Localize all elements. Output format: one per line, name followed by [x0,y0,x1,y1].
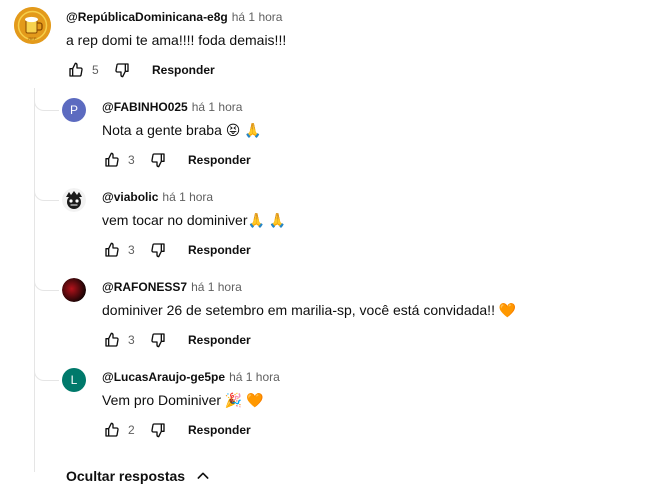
hide-replies-button[interactable]: Ocultar respostas [66,468,211,484]
comment-actions: 3 Responder [102,240,251,260]
comment-text: Nota a gente braba 😝 🙏 [102,122,262,138]
chevron-up-icon [197,472,209,479]
comment-actions: 3 Responder [102,150,251,170]
beer-mug-logo-icon[interactable]: REP [14,7,51,44]
dislike-icon[interactable] [148,150,168,170]
svg-text:REP: REP [28,36,37,41]
comment-header: @FABINHO025 há 1 hora [102,100,242,114]
avatar-letter: P [69,103,78,117]
thread-branch [34,368,59,381]
comment-header: @viabolic há 1 hora [102,190,213,204]
thread-branch [34,98,59,111]
comment-actions: 5 Responder [66,60,215,80]
dislike-icon[interactable] [148,240,168,260]
like-count: 3 [128,153,135,167]
reply-button[interactable]: Responder [188,243,251,257]
reply-button[interactable]: Responder [188,333,251,347]
like-icon[interactable] [102,150,122,170]
dislike-icon[interactable] [148,420,168,440]
reply-button[interactable]: Responder [188,153,251,167]
comment-text: dominiver 26 de setembro em marilia-sp, … [102,302,517,318]
reply-button[interactable]: Responder [152,63,215,77]
comment-time[interactable]: há 1 hora [229,370,280,384]
like-icon[interactable] [102,420,122,440]
reply-button[interactable]: Responder [188,423,251,437]
comment-time[interactable]: há 1 hora [192,100,243,114]
comment-text: vem tocar no dominiver🙏 🙏 [102,212,287,228]
like-icon[interactable] [102,240,122,260]
comment-header: @LucasAraujo-ge5pe há 1 hora [102,370,280,384]
thread-branch [34,278,59,291]
comment-header: @RAFONESS7 há 1 hora [102,280,242,294]
dislike-icon[interactable] [148,330,168,350]
author-name[interactable]: @RepúblicaDominicana-e8g [66,10,228,24]
author-name[interactable]: @RAFONESS7 [102,280,187,294]
masked-face-avatar-icon[interactable] [62,188,86,212]
thread-branch [34,188,59,201]
like-count: 3 [128,243,135,257]
avatar-letter: L [70,373,78,387]
comment-text: a rep domi te ama!!!! foda demais!!! [66,32,287,48]
like-count: 3 [128,333,135,347]
avatar[interactable]: L [62,368,86,392]
comment-actions: 2 Responder [102,420,251,440]
like-count: 5 [92,63,99,77]
author-name[interactable]: @LucasAraujo-ge5pe [102,370,225,384]
like-icon[interactable] [102,330,122,350]
author-name[interactable]: @viabolic [102,190,158,204]
comment-time[interactable]: há 1 hora [191,280,242,294]
dark-red-photo-avatar-icon[interactable] [62,278,86,302]
like-count: 2 [128,423,135,437]
comment-text: Vem pro Dominiver 🎉 🧡 [102,392,264,408]
comment-header: @RepúblicaDominicana-e8g há 1 hora [66,10,282,24]
comment-time[interactable]: há 1 hora [232,10,283,24]
author-name[interactable]: @FABINHO025 [102,100,188,114]
dislike-icon[interactable] [112,60,132,80]
hide-replies-label: Ocultar respostas [66,468,186,484]
like-icon[interactable] [66,60,86,80]
comment-actions: 3 Responder [102,330,251,350]
comment-time[interactable]: há 1 hora [162,190,213,204]
avatar[interactable]: P [62,98,86,122]
